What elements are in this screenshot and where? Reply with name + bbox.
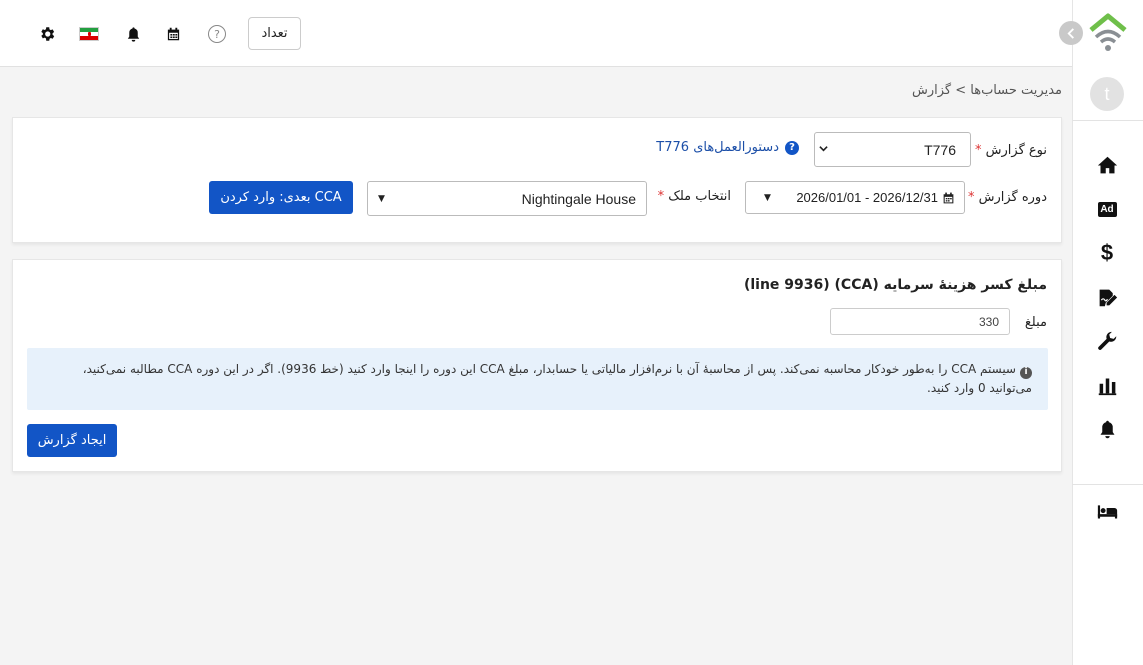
bell-icon[interactable] <box>123 24 143 44</box>
create-report-button[interactable]: ایجاد گزارش <box>27 424 117 457</box>
property-label: انتخاب ملک * <box>657 189 731 204</box>
info-icon: i <box>1020 366 1032 379</box>
settings-icon[interactable] <box>37 24 57 44</box>
bell-icon[interactable] <box>1095 417 1119 441</box>
home-icon[interactable] <box>1095 153 1119 177</box>
instructions-link[interactable]: ? دستورالعمل‌های T776 <box>656 140 799 155</box>
calendar-icon <box>943 192 954 203</box>
signature-icon[interactable] <box>1095 285 1119 309</box>
dollar-icon[interactable]: $ <box>1095 241 1119 265</box>
ad-icon[interactable]: Ad <box>1095 197 1119 221</box>
report-period-picker[interactable]: 2026/01/01 - 2026/12/31 ▼ <box>745 181 965 214</box>
help-icon[interactable]: ? <box>207 24 227 44</box>
wrench-icon[interactable] <box>1095 329 1119 353</box>
collapse-sidebar-button[interactable] <box>1059 21 1083 45</box>
caret-down-icon: ▼ <box>378 193 385 204</box>
chevron-left-icon <box>1066 27 1074 39</box>
iran-flag[interactable] <box>79 24 99 44</box>
app-logo[interactable] <box>1087 12 1129 54</box>
cca-card: مبلغ کسر هزینهٔ سرمایه (CCA) (line 9936)… <box>12 259 1062 472</box>
next-enter-cca-button[interactable]: بعدی: وارد کردن CCA <box>209 181 353 214</box>
report-type-select[interactable]: T776 <box>814 132 971 167</box>
avatar[interactable]: t <box>1090 77 1124 111</box>
chevron-down-icon <box>819 144 828 156</box>
report-period-label: دوره گزارش * <box>967 190 1047 205</box>
sidebar-divider <box>1072 484 1143 485</box>
sidebar-divider <box>1072 120 1143 121</box>
bar-chart-icon[interactable] <box>1095 373 1119 397</box>
breadcrumb: مدیریت حساب‌ها > گزارش <box>911 83 1062 98</box>
report-type-label: نوع گزارش * <box>975 143 1047 158</box>
question-circle-icon: ? <box>785 140 799 155</box>
calendar-icon[interactable] <box>163 24 183 44</box>
property-select[interactable]: Nightingale House ▼ <box>367 181 647 216</box>
caret-down-icon: ▼ <box>764 192 771 203</box>
amount-label: مبلغ <box>1024 315 1047 330</box>
cca-info-alert: iسیستم CCA را به‌طور خودکار محاسبه نمی‌ک… <box>27 348 1048 410</box>
report-form-card: نوع گزارش * T776 ? دستورالعمل‌های T776 د… <box>12 117 1062 243</box>
cca-amount-input[interactable] <box>830 308 1010 335</box>
sidebar: t Ad $ <box>1072 0 1143 665</box>
cca-section-title: مبلغ کسر هزینهٔ سرمایه (CCA) (line 9936) <box>743 277 1047 293</box>
count-button[interactable]: تعداد <box>248 17 301 50</box>
top-bar: ? تعداد <box>0 0 1083 67</box>
bed-icon[interactable] <box>1095 499 1119 523</box>
